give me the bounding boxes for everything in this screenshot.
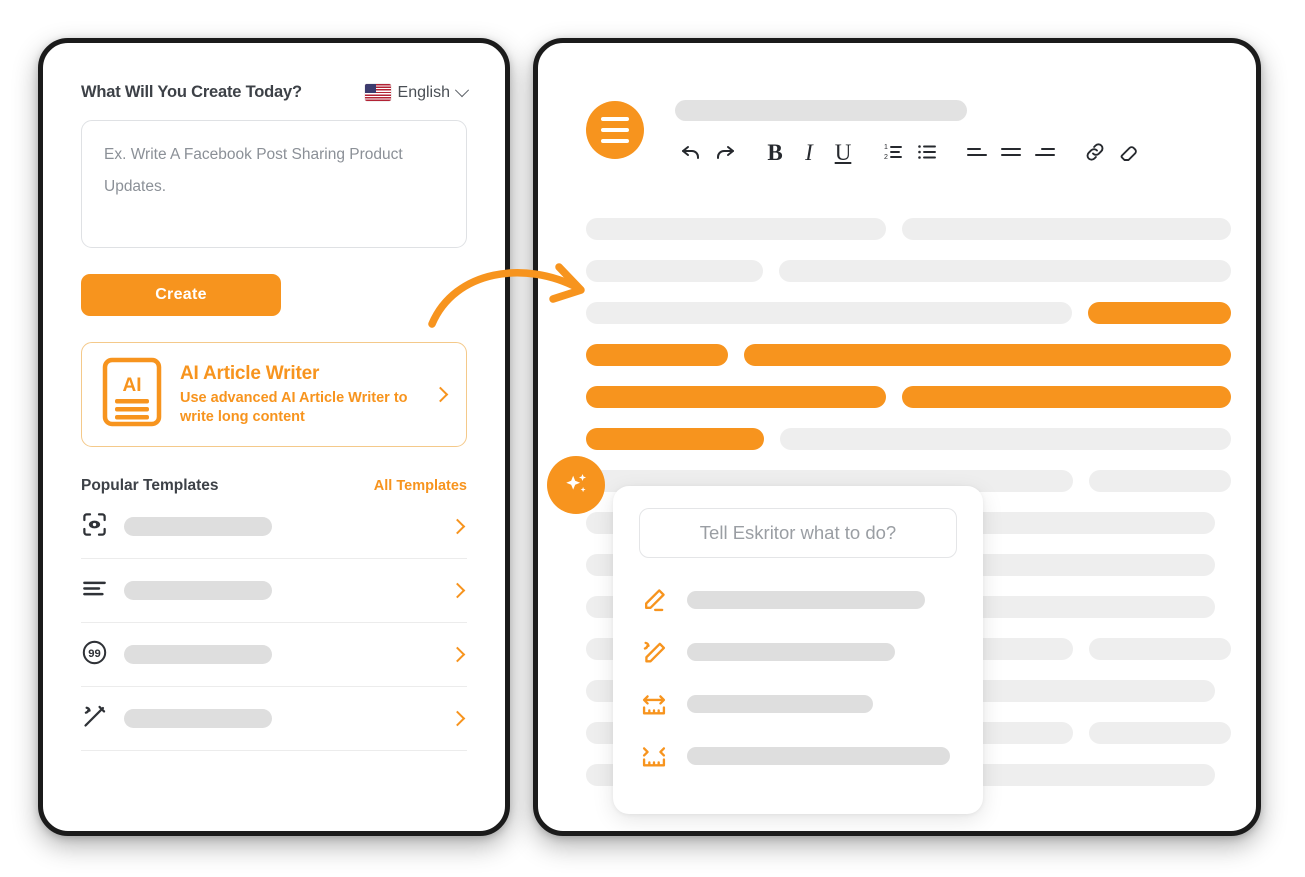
svg-text:AI: AI	[123, 375, 142, 396]
align-center-icon[interactable]	[994, 135, 1028, 169]
document-title-placeholder[interactable]	[675, 100, 967, 121]
document-text-highlighted	[902, 386, 1231, 408]
bullet-list-icon[interactable]	[910, 135, 944, 169]
list-item[interactable]	[81, 559, 467, 623]
bold-glyph: B	[767, 139, 783, 165]
undo-icon[interactable]	[674, 135, 708, 169]
shorten-text-icon	[639, 742, 669, 770]
ai-command-input[interactable]: Tell Eskritor what to do?	[639, 508, 957, 558]
ai-action-label	[687, 643, 895, 661]
expand-text-icon	[639, 690, 669, 718]
document-line	[586, 260, 1231, 282]
ai-action-item[interactable]	[639, 678, 957, 730]
ai-sparkle-icon[interactable]	[547, 456, 605, 514]
ai-assistant-popup: Tell Eskritor what to do?	[613, 486, 983, 814]
ai-action-item[interactable]	[639, 730, 957, 782]
create-panel: What Will You Create Today? English Ex. …	[38, 38, 510, 836]
eraser-icon[interactable]	[1112, 135, 1146, 169]
document-text-highlighted	[586, 386, 886, 408]
templates-section-header: Popular Templates All Templates	[81, 477, 467, 495]
link-icon[interactable]	[1078, 135, 1112, 169]
list-item-label	[124, 517, 272, 536]
document-line	[586, 218, 1231, 240]
magic-wand-icon	[639, 638, 669, 666]
chevron-right-icon	[449, 646, 466, 663]
document-line	[586, 344, 1231, 366]
document-line	[586, 428, 1231, 450]
underline-glyph: U	[834, 139, 852, 165]
chevron-down-icon	[454, 82, 470, 97]
all-templates-link[interactable]: All Templates	[374, 478, 467, 494]
section-title: Popular Templates	[81, 477, 219, 494]
svg-text:1: 1	[884, 144, 888, 151]
document-text-highlighted	[586, 428, 764, 450]
language-selector[interactable]: English	[364, 82, 470, 102]
document-text-placeholder	[1089, 470, 1231, 492]
ai-document-icon: AI	[102, 357, 162, 432]
list-item-label	[124, 581, 272, 600]
quote-99-icon: 99	[81, 639, 108, 671]
prompt-input[interactable]: Ex. Write A Facebook Post Sharing Produc…	[81, 120, 467, 248]
language-label: English	[397, 83, 450, 101]
ai-article-writer-card[interactable]: AI AI Article Writer Use advanced AI Art…	[81, 342, 467, 447]
document-text-placeholder	[586, 302, 1072, 324]
us-flag-icon	[364, 84, 391, 101]
italic-icon[interactable]: I	[792, 135, 826, 169]
chevron-right-icon	[449, 518, 466, 535]
chevron-right-icon	[432, 386, 449, 403]
list-item[interactable]	[81, 687, 467, 751]
ai-action-item[interactable]	[639, 626, 957, 678]
document-line	[586, 386, 1231, 408]
chevron-right-icon	[449, 710, 466, 727]
svg-text:99: 99	[88, 648, 101, 660]
redo-icon[interactable]	[708, 135, 742, 169]
ai-action-label	[687, 695, 873, 713]
editor-panel: B I U 1 2 Tell Eskritor what to do?	[533, 38, 1261, 836]
document-text-placeholder	[780, 428, 1231, 450]
scan-eye-icon	[81, 511, 108, 543]
document-text-placeholder	[1089, 638, 1231, 660]
document-text-highlighted	[1088, 302, 1231, 324]
document-text-placeholder	[586, 260, 763, 282]
document-text-placeholder	[902, 218, 1231, 240]
list-item-label	[124, 709, 272, 728]
ai-action-label	[687, 591, 925, 609]
pencil-edit-icon	[639, 586, 669, 614]
card-description: Use advanced AI Article Writer to write …	[180, 389, 408, 425]
align-right-icon[interactable]	[1028, 135, 1062, 169]
document-line	[586, 302, 1231, 324]
magic-pen-icon	[81, 703, 108, 735]
chevron-right-icon	[449, 582, 466, 599]
panel-header: What Will You Create Today? English	[81, 82, 470, 102]
page-title: What Will You Create Today?	[81, 83, 302, 101]
svg-text:2: 2	[884, 154, 888, 161]
document-text-placeholder	[779, 260, 1231, 282]
document-text-highlighted	[744, 344, 1231, 366]
ai-action-label	[687, 747, 950, 765]
text-align-icon	[81, 575, 108, 607]
list-item-label	[124, 645, 272, 664]
editor-toolbar: B I U 1 2	[674, 135, 1146, 169]
align-left-icon[interactable]	[960, 135, 994, 169]
bold-icon[interactable]: B	[758, 135, 792, 169]
italic-glyph: I	[805, 139, 813, 165]
list-item[interactable]	[81, 495, 467, 559]
create-button[interactable]: Create	[81, 274, 281, 316]
document-text-highlighted	[586, 344, 728, 366]
numbered-list-icon[interactable]: 1 2	[876, 135, 910, 169]
hamburger-menu-icon[interactable]	[586, 101, 644, 159]
card-title: AI Article Writer	[180, 362, 320, 384]
ai-action-item[interactable]	[639, 574, 957, 626]
list-item[interactable]: 99	[81, 623, 467, 687]
underline-icon[interactable]: U	[826, 135, 860, 169]
document-text-placeholder	[586, 218, 886, 240]
document-text-placeholder	[1089, 722, 1231, 744]
